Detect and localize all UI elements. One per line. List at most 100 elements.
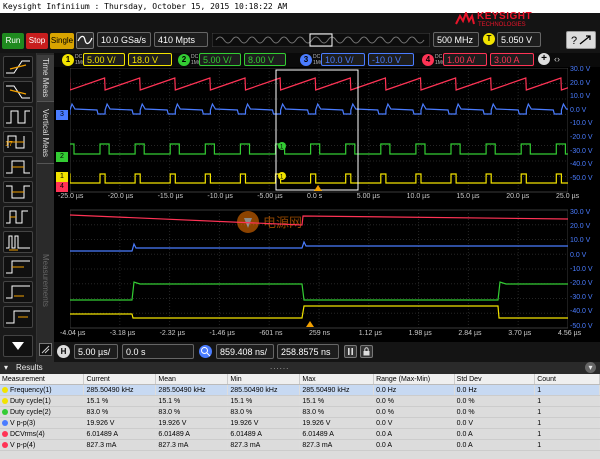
channel-1-offset[interactable]: 18.0 V xyxy=(128,53,172,66)
table-row[interactable]: V p-p(3) 19.926 V 19.926 V 19.926 V 19.926 V… xyxy=(0,417,600,429)
table-row[interactable]: DCVrms(4) 6.01489 A 6.01489 A 6.01489 A 6.01… xyxy=(0,428,600,440)
timebase-position-field[interactable]: 0.0 s xyxy=(122,344,194,359)
table-row[interactable]: Frequency(1) 285.50490 kHz 285.50490 kHz 28… xyxy=(0,384,600,396)
table-row[interactable]: Duty cycle(1) 15.1 % 15.1 % 15.1 % 15.1 % 0.0… xyxy=(0,395,600,407)
tool-strip-scroll-down[interactable] xyxy=(3,335,33,357)
frequency-tool[interactable]: 17 xyxy=(3,131,33,153)
channel-2-offset[interactable]: 8.00 V xyxy=(244,53,286,66)
results-column-header[interactable]: Max xyxy=(299,374,375,385)
zoom-scale-field[interactable]: 859.408 ns/ xyxy=(216,344,274,359)
results-menu-button[interactable]: ▾ xyxy=(585,362,596,373)
time-axis-label: 4.56 µs xyxy=(558,330,582,337)
pulse-train-icon xyxy=(6,110,30,124)
time-axis-label: 10.0 µs xyxy=(406,193,430,200)
measurement-name: Duty cycle(1) xyxy=(10,397,51,405)
panel-collapse-button[interactable] xyxy=(39,343,52,356)
memory-depth-field[interactable]: 410 Mpts xyxy=(154,32,208,47)
rise-time-tool[interactable] xyxy=(3,56,33,78)
negative-width-tool[interactable] xyxy=(3,181,33,203)
lock-icon xyxy=(363,347,370,356)
time-axis-label: 5.00 µs xyxy=(356,193,380,200)
channel-color-icon xyxy=(2,408,8,415)
fall-time-tool[interactable] xyxy=(3,81,33,103)
horizontal-badge[interactable]: H xyxy=(57,345,70,358)
table-cell: 19.926 V xyxy=(227,417,301,429)
results-column-header[interactable]: Min xyxy=(227,374,301,385)
channel-1-badge: 1 xyxy=(62,54,74,66)
zoom-button[interactable] xyxy=(199,345,212,358)
waveform-display[interactable]: 1 1 电源网 xyxy=(70,68,568,354)
table-cell: 0.0 A xyxy=(454,439,536,451)
autoscale-button[interactable] xyxy=(76,32,94,49)
table-cell: V p-p(4) xyxy=(0,439,85,451)
table-cell: 285.50490 kHz xyxy=(227,384,301,396)
results-column-header[interactable]: Mean xyxy=(155,374,229,385)
duty-cycle-tool[interactable] xyxy=(3,206,33,228)
time-axis-label: -601 ns xyxy=(259,330,283,337)
time-axis-label: 1.98 µs xyxy=(408,330,432,337)
run-button[interactable]: Run xyxy=(2,33,24,49)
time-axis-label: -3.18 µs xyxy=(109,330,136,337)
phase-icon xyxy=(6,285,30,299)
channel-1-scale[interactable]: 5.00 V/ xyxy=(83,53,125,66)
resize-corner-icon xyxy=(41,345,50,354)
results-column-header[interactable]: Measurement xyxy=(0,374,85,385)
help-button[interactable]: ? xyxy=(566,31,596,49)
channel-1-ground-marker[interactable]: 1 xyxy=(56,172,68,182)
add-channel-button[interactable]: + xyxy=(538,53,550,65)
channel-color-icon xyxy=(2,430,8,437)
burst-width-tool[interactable] xyxy=(3,231,33,253)
setup-hold-tool[interactable] xyxy=(3,306,33,328)
period-tool[interactable] xyxy=(3,106,33,128)
results-column-header[interactable]: Range (Max-Min) xyxy=(373,374,455,385)
channel-color-icon xyxy=(2,419,8,426)
autoscale-icon xyxy=(77,35,93,45)
channel-4-ground-marker[interactable]: 4 xyxy=(56,182,68,192)
results-column-header[interactable]: Current xyxy=(83,374,157,385)
collapse-results-icon[interactable]: ▾ xyxy=(4,362,8,374)
table-cell: 285.50490 kHz xyxy=(155,384,229,396)
phase-tool[interactable] xyxy=(3,281,33,303)
tab-time-meas[interactable]: Time Meas xyxy=(37,55,54,102)
trigger-level-field[interactable]: 5.050 V xyxy=(497,32,541,47)
arrow-down-icon xyxy=(12,342,24,350)
voltage-scale-label: 20.0 V xyxy=(570,79,591,87)
tab-vertical-meas[interactable]: Vertical Meas xyxy=(37,103,54,164)
voltage-scale-label: -40.0 V xyxy=(570,308,593,316)
table-row[interactable]: Duty cycle(2) 83.0 % 83.0 % 83.0 % 83.0 % 0.0… xyxy=(0,406,600,418)
pause-button[interactable] xyxy=(344,345,357,358)
time-axis-label: -20.0 µs xyxy=(107,193,134,200)
single-button[interactable]: Single xyxy=(50,33,74,49)
channel-2-ground-marker[interactable]: 2 xyxy=(56,152,68,162)
table-cell: 83.0 % xyxy=(83,406,157,418)
results-drag-handle[interactable]: ...... xyxy=(270,361,289,373)
positive-width-tool[interactable] xyxy=(3,156,33,178)
channel-3-badge: 3 xyxy=(300,54,312,66)
bandwidth-field[interactable]: 500 MHz xyxy=(433,32,479,47)
channel-scroll-arrows[interactable]: ‹› xyxy=(554,54,560,64)
channel-color-icon xyxy=(2,397,8,404)
sample-rate-field[interactable]: 10.0 GSa/s xyxy=(97,32,151,47)
voltage-scale-label: 10.0 V xyxy=(570,237,591,245)
table-cell: 15.1 % xyxy=(299,395,375,407)
channel-3-ground-marker[interactable]: 3 xyxy=(56,110,68,120)
time-axis-label: -15.0 µs xyxy=(157,193,184,200)
table-cell: Frequency(1) xyxy=(0,384,85,396)
lock-button[interactable] xyxy=(360,345,373,358)
channel-3-scale[interactable]: 10.0 V/ xyxy=(321,53,365,66)
timebase-scale-field[interactable]: 5.00 µs/ xyxy=(74,344,118,359)
table-cell: 0.0 % xyxy=(454,395,536,407)
delta-time-tool[interactable] xyxy=(3,256,33,278)
table-row[interactable]: V p-p(4) 827.3 mA 827.3 mA 827.3 mA 827.3 mA… xyxy=(0,439,600,451)
results-column-header[interactable]: Count xyxy=(534,374,600,385)
keysight-wave-icon xyxy=(455,12,475,25)
channel-3-offset[interactable]: -10.0 V xyxy=(368,53,414,66)
zoom-position-field[interactable]: 258.8575 ns xyxy=(277,344,339,359)
timebase-overview-strip xyxy=(212,33,430,47)
stop-button[interactable]: Stop xyxy=(26,33,48,49)
table-cell: 827.3 mA xyxy=(83,439,157,451)
channel-2-scale[interactable]: 5.00 V/ xyxy=(199,53,241,66)
results-column-header[interactable]: Std Dev xyxy=(454,374,536,385)
channel-4-scale[interactable]: 1.00 A/ xyxy=(443,53,487,66)
channel-4-offset[interactable]: 3.00 A xyxy=(490,53,534,66)
